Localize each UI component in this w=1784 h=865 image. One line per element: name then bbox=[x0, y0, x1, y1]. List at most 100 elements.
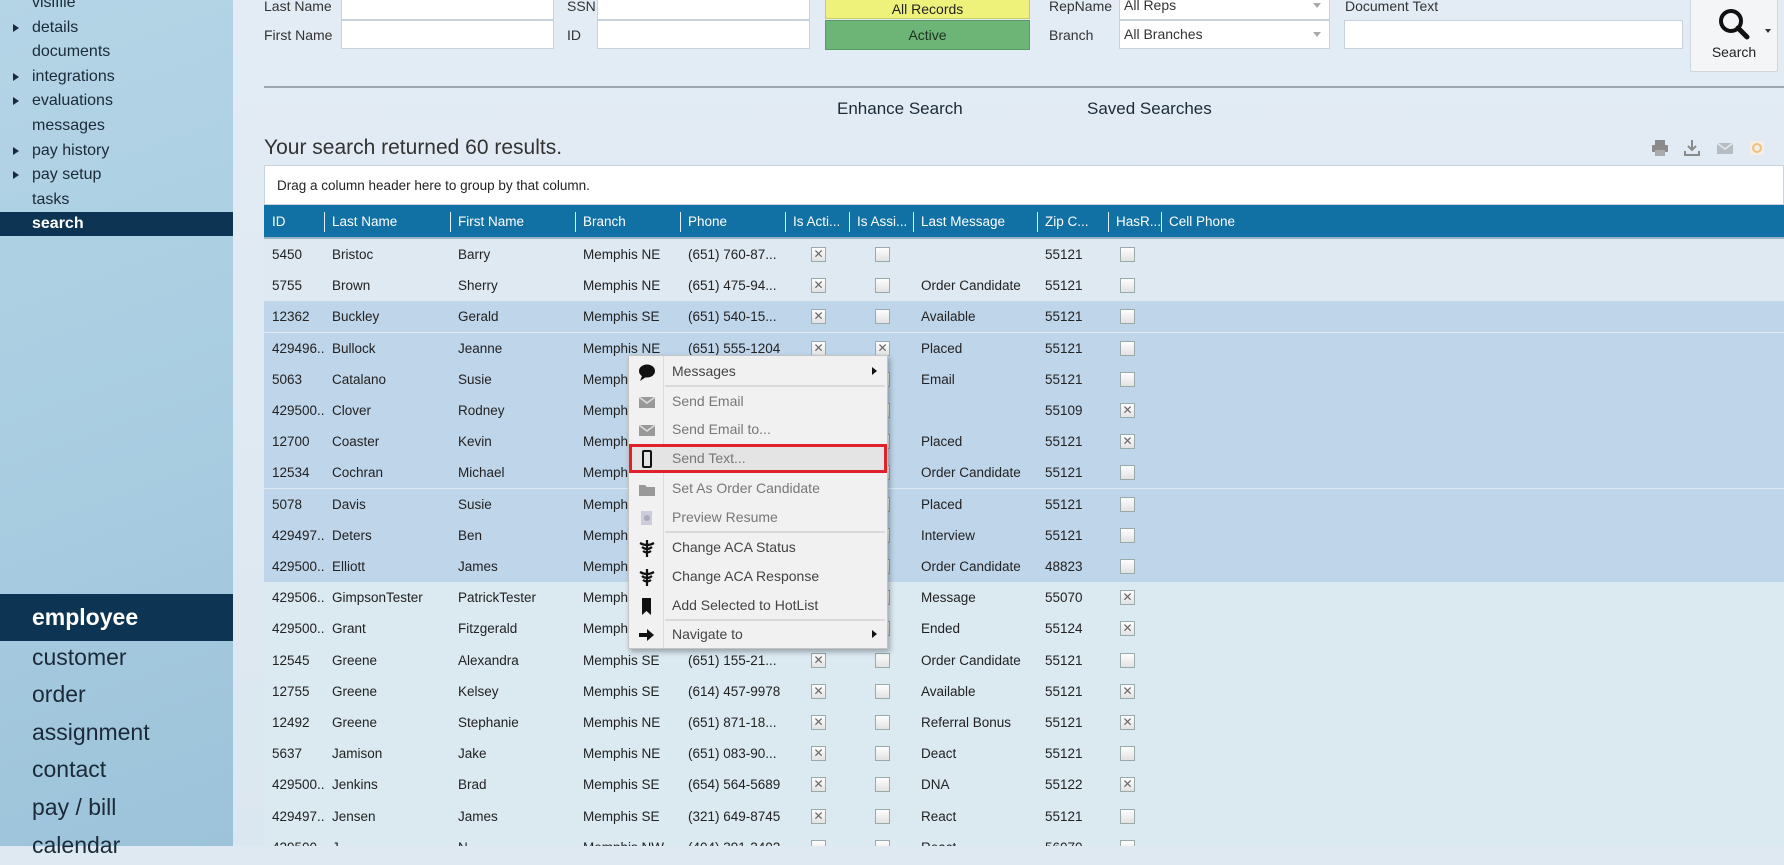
table-row[interactable]: 429500... Jenkins Brad Memphis SE (654) 564-… bbox=[264, 769, 1784, 801]
document-text-input[interactable] bbox=[1344, 20, 1683, 49]
checkbox-assigned[interactable] bbox=[875, 278, 890, 294]
table-row[interactable]: 12545 Greene Alexandra Memphis SE (651) 155-… bbox=[264, 644, 1784, 676]
all-records-button[interactable]: All Records bbox=[825, 0, 1030, 19]
table-row[interactable]: 5755 Brown Sherry Memphis NE (651) 475-94...… bbox=[264, 270, 1784, 302]
id-input[interactable] bbox=[597, 20, 810, 49]
checkbox-assigned[interactable] bbox=[875, 746, 890, 762]
menu-item-change-aca-status[interactable]: Change ACA Status bbox=[629, 533, 887, 562]
column-header-last-message[interactable]: Last Message bbox=[913, 205, 1037, 239]
branch-select[interactable]: All Branches bbox=[1119, 20, 1330, 49]
sidebar-item-messages[interactable]: messages bbox=[0, 114, 233, 138]
checkbox-active[interactable] bbox=[811, 839, 826, 846]
checkbox-hasr[interactable] bbox=[1120, 496, 1135, 512]
table-row[interactable]: 12700 Coaster Kevin Memph Placed 55121 ✕ bbox=[264, 426, 1784, 458]
checkbox-hasr[interactable] bbox=[1120, 247, 1135, 262]
repname-select[interactable]: All Reps bbox=[1119, 0, 1330, 20]
checkbox-active[interactable]: ✕ bbox=[811, 309, 826, 325]
checkbox-hasr[interactable]: ✕ bbox=[1120, 590, 1135, 606]
email-icon[interactable] bbox=[1715, 138, 1735, 158]
last-name-input[interactable] bbox=[341, 0, 554, 20]
nav-customer[interactable]: customer bbox=[0, 637, 233, 677]
column-header-branch[interactable]: Branch bbox=[575, 205, 680, 239]
column-header-hasr-[interactable]: HasR... bbox=[1108, 205, 1161, 239]
nav-employee[interactable]: employee bbox=[0, 594, 251, 641]
checkbox-hasr[interactable]: ✕ bbox=[1120, 621, 1135, 637]
sidebar-item-documents[interactable]: documents bbox=[0, 40, 233, 64]
checkbox-hasr[interactable] bbox=[1120, 652, 1135, 668]
column-header-is-acti-[interactable]: Is Acti... bbox=[785, 205, 849, 239]
menu-item-add-selected-to-hotlist[interactable]: Add Selected to HotList bbox=[629, 591, 887, 620]
checkbox-hasr[interactable] bbox=[1120, 808, 1135, 824]
nav-calendar[interactable]: calendar bbox=[0, 825, 233, 865]
checkbox-active[interactable]: ✕ bbox=[811, 340, 826, 356]
column-header-cell-phone[interactable]: Cell Phone bbox=[1161, 205, 1784, 239]
checkbox-assigned[interactable] bbox=[875, 777, 890, 793]
checkbox-hasr[interactable]: ✕ bbox=[1120, 434, 1135, 450]
table-row[interactable]: 5450 Bristoc Barry Memphis NE (651) 760-87..… bbox=[264, 239, 1784, 270]
menu-item-messages[interactable]: Messages bbox=[629, 357, 887, 386]
sidebar-item-integrations[interactable]: integrations bbox=[0, 65, 233, 89]
calendar-icon[interactable] bbox=[1747, 138, 1767, 158]
column-header-id[interactable]: ID bbox=[264, 205, 324, 239]
nav-order[interactable]: order bbox=[0, 674, 233, 714]
table-row[interactable]: 12362 Buckley Gerald Memphis SE (651) 540-15… bbox=[264, 301, 1784, 333]
export-icon[interactable] bbox=[1682, 138, 1702, 158]
table-row[interactable]: 429500...JNMemphis NW(404) 391-2402 React… bbox=[264, 831, 1784, 846]
table-row[interactable]: 12492 Greene Stephanie Memphis NE (651) 871-… bbox=[264, 707, 1784, 738]
checkbox-hasr[interactable] bbox=[1120, 559, 1135, 574]
checkbox-hasr[interactable] bbox=[1120, 371, 1135, 387]
nav-assignment[interactable]: assignment bbox=[0, 712, 233, 752]
menu-item-change-aca-response[interactable]: Change ACA Response bbox=[629, 562, 887, 591]
checkbox-hasr[interactable] bbox=[1120, 465, 1135, 481]
column-header-first-name[interactable]: First Name bbox=[450, 205, 575, 239]
column-header-is-assi-[interactable]: Is Assi... bbox=[849, 205, 913, 239]
table-row[interactable]: 12534 Cochran Michael Memph Order Candidate 5… bbox=[264, 457, 1784, 489]
sidebar-item-search[interactable]: search bbox=[0, 212, 251, 237]
checkbox-hasr[interactable]: ✕ bbox=[1120, 403, 1135, 418]
ssn-input[interactable] bbox=[597, 0, 810, 20]
checkbox-active[interactable]: ✕ bbox=[811, 746, 826, 762]
expand-arrow-icon[interactable] bbox=[13, 97, 19, 106]
nav-contact[interactable]: contact bbox=[0, 749, 233, 789]
checkbox-assigned[interactable] bbox=[875, 808, 890, 824]
table-row[interactable]: 5063 Catalano Susie Memph Email 55121 bbox=[264, 363, 1784, 395]
column-header-last-name[interactable]: Last Name bbox=[324, 205, 450, 239]
checkbox-assigned[interactable] bbox=[875, 652, 890, 668]
table-row[interactable]: 429497... Deters Ben Memph Interview 55121 bbox=[264, 519, 1784, 551]
first-name-input[interactable] bbox=[341, 20, 554, 49]
menu-item-send-email-to[interactable]: Send Email to... bbox=[629, 415, 887, 444]
checkbox-assigned[interactable] bbox=[875, 247, 890, 262]
table-row[interactable]: 12755 Greene Kelsey Memphis SE (614) 457-997… bbox=[264, 675, 1784, 707]
menu-item-navigate-to[interactable]: Navigate to bbox=[629, 620, 887, 649]
menu-item-preview-resume[interactable]: Preview Resume bbox=[629, 503, 887, 532]
checkbox-assigned[interactable] bbox=[875, 715, 890, 730]
sidebar-item-visifile[interactable]: visifile bbox=[0, 0, 233, 15]
table-row[interactable]: 429496... Bullock Jeanne Memphis NE (651) 55… bbox=[264, 332, 1784, 364]
checkbox-active[interactable]: ✕ bbox=[811, 652, 826, 668]
table-row[interactable]: 429500... Elliott James Memph Order Candidat… bbox=[264, 551, 1784, 582]
checkbox-assigned[interactable] bbox=[875, 839, 890, 846]
table-row[interactable]: 429500... Grant Fitzgerald Memph Ended 55124 ✕ bbox=[264, 613, 1784, 645]
table-row[interactable]: 5078 Davis Susie Memph Placed 55121 bbox=[264, 488, 1784, 520]
checkbox-hasr[interactable]: ✕ bbox=[1120, 683, 1135, 699]
table-row[interactable]: 429497... Jensen James Memphis SE (321) 649-… bbox=[264, 800, 1784, 832]
nav-pay-bill[interactable]: pay / bill bbox=[0, 787, 233, 827]
sidebar-item-evaluations[interactable]: evaluations bbox=[0, 89, 233, 113]
expand-arrow-icon[interactable] bbox=[13, 72, 19, 81]
saved-searches-link[interactable]: Saved Searches bbox=[1087, 99, 1212, 119]
checkbox-hasr[interactable]: ✕ bbox=[1120, 715, 1135, 730]
caret-down-icon[interactable] bbox=[1765, 29, 1771, 33]
checkbox-active[interactable]: ✕ bbox=[811, 808, 826, 824]
menu-item-send-text[interactable]: Send Text... bbox=[629, 444, 887, 473]
enhance-search-link[interactable]: Enhance Search bbox=[837, 99, 963, 119]
checkbox-hasr[interactable] bbox=[1120, 527, 1135, 543]
table-row[interactable]: 429506... GimpsonTester PatrickTester Memph… bbox=[264, 582, 1784, 614]
checkbox-hasr[interactable] bbox=[1120, 278, 1135, 294]
checkbox-active[interactable]: ✕ bbox=[811, 247, 826, 262]
checkbox-hasr[interactable] bbox=[1120, 746, 1135, 762]
group-by-panel[interactable]: Drag a column header here to group by th… bbox=[264, 165, 1784, 205]
search-button[interactable]: Search bbox=[1690, 0, 1778, 72]
menu-item-send-email[interactable]: Send Email bbox=[629, 387, 887, 416]
checkbox-active[interactable]: ✕ bbox=[811, 777, 826, 793]
checkbox-active[interactable]: ✕ bbox=[811, 683, 826, 699]
